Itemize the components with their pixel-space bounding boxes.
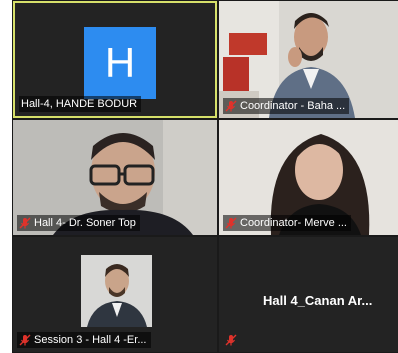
- muted-mic-icon: [225, 217, 237, 229]
- video-tile-session-3[interactable]: Session 3 - Hall 4 -Er...: [13, 237, 217, 352]
- participant-display-name: Hall 4_Canan Ar...: [263, 293, 373, 308]
- muted-mic-icon: [225, 334, 237, 346]
- participant-name: Coordinator- Merve ...: [240, 217, 347, 229]
- participant-name-tag: Coordinator- Merve ...: [223, 215, 351, 231]
- avatar: H: [84, 27, 156, 99]
- video-grid: H Hall-4, HANDE BODUR Coordinator - Baha…: [12, 0, 398, 353]
- video-tile-coordinator-merve[interactable]: Coordinator- Merve ...: [219, 120, 398, 235]
- participant-name: Coordinator - Baha ...: [240, 100, 346, 112]
- muted-mic-icon: [225, 100, 237, 112]
- video-tile-soner-top[interactable]: Hall 4- Dr. Soner Top: [13, 120, 217, 235]
- participant-name-tag: Hall-4, HANDE BODUR: [19, 96, 142, 112]
- video-tile-canan[interactable]: Hall 4_Canan Ar...: [219, 237, 398, 352]
- profile-photo: [81, 255, 152, 327]
- muted-mic-icon: [19, 217, 31, 229]
- participant-name: Hall-4, HANDE BODUR: [21, 98, 138, 110]
- participant-name-tag: Session 3 - Hall 4 -Er...: [17, 332, 151, 348]
- participant-name: Hall 4- Dr. Soner Top: [34, 217, 136, 229]
- avatar-letter: H: [104, 39, 136, 86]
- participant-name: Session 3 - Hall 4 -Er...: [34, 334, 147, 346]
- participant-name-tag: Hall 4- Dr. Soner Top: [17, 215, 140, 231]
- video-tile-hande-bodur[interactable]: H Hall-4, HANDE BODUR: [13, 1, 217, 118]
- video-tile-coordinator-baha[interactable]: Coordinator - Baha ...: [219, 1, 398, 118]
- muted-mic-icon: [19, 334, 31, 346]
- participant-name-tag: Coordinator - Baha ...: [223, 98, 350, 114]
